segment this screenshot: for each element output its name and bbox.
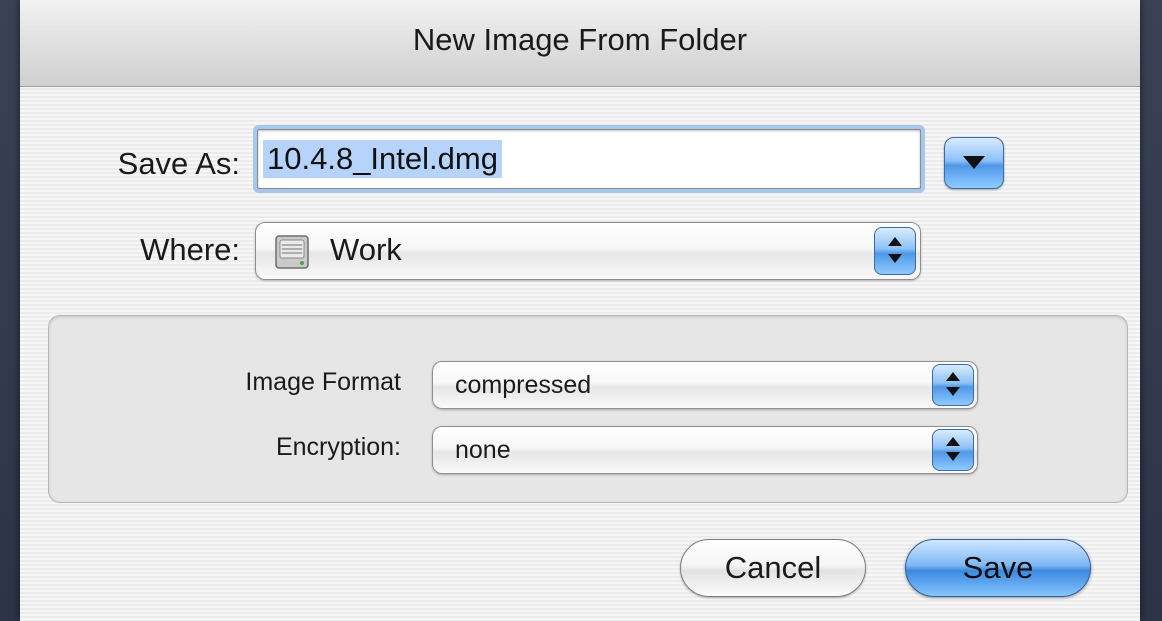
chevron-down-icon	[946, 387, 960, 396]
chevron-up-icon	[946, 437, 960, 446]
chevron-up-icon	[888, 237, 902, 246]
save-as-value[interactable]: 10.4.8_Intel.dmg	[263, 140, 502, 178]
where-label: Where:	[140, 232, 240, 267]
image-format-arrows[interactable]	[932, 364, 974, 406]
hard-drive-icon	[275, 235, 309, 269]
where-selected-value: Work	[330, 232, 402, 267]
dialog-title: New Image From Folder	[412, 22, 748, 57]
encryption-value: none	[455, 436, 511, 464]
cancel-button[interactable]: Cancel	[680, 539, 866, 597]
image-format-label: Image Format	[245, 368, 401, 396]
encryption-label: Encryption:	[275, 433, 401, 461]
image-format-value: compressed	[455, 371, 592, 399]
chevron-up-icon	[946, 372, 960, 381]
chevron-down-icon	[946, 452, 960, 461]
disclosure-triangle-icon	[963, 156, 985, 169]
image-options-group: Image Format compressed Encryption: none	[48, 315, 1128, 503]
expand-save-panel-button[interactable]	[944, 137, 1004, 189]
encryption-popup[interactable]: none	[432, 426, 978, 474]
where-popup-arrows[interactable]	[874, 227, 916, 275]
where-popup[interactable]: Work	[255, 222, 921, 280]
chevron-down-icon	[888, 254, 902, 263]
save-as-field[interactable]: 10.4.8_Intel.dmg	[257, 129, 921, 189]
save-button[interactable]: Save	[905, 539, 1091, 597]
image-format-popup[interactable]: compressed	[432, 361, 978, 409]
save-as-label: Save As:	[117, 146, 240, 181]
new-image-dialog: New Image From Folder Save As: 10.4.8_In…	[20, 0, 1140, 621]
dialog-titlebar: New Image From Folder	[20, 0, 1140, 87]
encryption-arrows[interactable]	[932, 429, 974, 471]
